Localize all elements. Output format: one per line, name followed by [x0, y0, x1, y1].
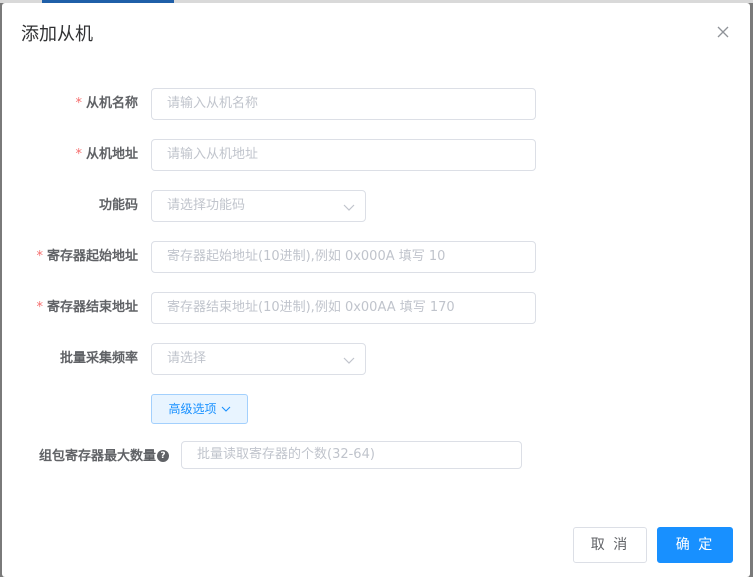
chevron-down-icon: [343, 354, 355, 366]
form-row-register-end: * 寄存器结束地址 寄存器结束地址(10进制),例如 0x00AA 填写 170: [2, 292, 750, 324]
batch-frequency-placeholder: 请选择: [167, 351, 207, 366]
required-star: *: [75, 147, 82, 162]
cancel-button[interactable]: 取 消: [573, 527, 647, 563]
slave-name-input[interactable]: 请输入从机名称: [151, 88, 536, 120]
max-group-registers-input[interactable]: 批量读取寄存器的个数(32-64): [181, 441, 522, 469]
max-group-registers-placeholder: 批量读取寄存器的个数(32-64): [197, 447, 375, 462]
slave-address-label: * 从机地址: [75, 139, 138, 171]
required-star: *: [36, 300, 43, 315]
function-code-placeholder: 请选择功能码: [167, 198, 246, 213]
register-start-label-text: 寄存器起始地址: [46, 249, 138, 264]
slave-name-label: * 从机名称: [75, 88, 138, 120]
form-row-slave-address: * 从机地址 请输入从机地址: [2, 139, 750, 171]
register-start-input[interactable]: 寄存器起始地址(10进制),例如 0x000A 填写 10: [151, 241, 536, 273]
slave-name-label-text: 从机名称: [85, 96, 138, 111]
advanced-options-button[interactable]: 高级选项: [151, 394, 248, 424]
form-row-max-group-registers: 组包寄存器最大数量? 批量读取寄存器的个数(32-64): [2, 441, 750, 473]
form-row-register-start: * 寄存器起始地址 寄存器起始地址(10进制),例如 0x000A 填写 10: [2, 241, 750, 273]
batch-frequency-select[interactable]: 请选择: [151, 343, 366, 375]
close-icon[interactable]: [713, 22, 733, 42]
slave-address-placeholder: 请输入从机地址: [167, 147, 259, 162]
function-code-label: 功能码: [98, 198, 138, 213]
batch-frequency-label: 批量采集频率: [59, 351, 138, 366]
slave-address-label-text: 从机地址: [85, 147, 138, 162]
register-end-label: * 寄存器结束地址: [36, 292, 138, 324]
form-row-batch-frequency: 批量采集频率 请选择: [2, 343, 750, 375]
slave-name-placeholder: 请输入从机名称: [167, 96, 259, 111]
chevron-down-icon: [221, 404, 231, 414]
question-circle-icon[interactable]: ?: [157, 449, 169, 462]
function-code-select[interactable]: 请选择功能码: [151, 190, 366, 222]
max-group-registers-label: 组包寄存器最大数量?: [39, 441, 169, 473]
chevron-down-icon: [343, 201, 355, 213]
form-row-function-code: 功能码 请选择功能码: [2, 190, 750, 222]
confirm-button[interactable]: 确 定: [657, 527, 733, 563]
register-start-label: * 寄存器起始地址: [36, 241, 138, 273]
form-row-slave-name: * 从机名称 请输入从机名称: [2, 88, 750, 120]
slave-address-input[interactable]: 请输入从机地址: [151, 139, 536, 171]
register-start-placeholder: 寄存器起始地址(10进制),例如 0x000A 填写 10: [167, 249, 446, 264]
register-end-input[interactable]: 寄存器结束地址(10进制),例如 0x00AA 填写 170: [151, 292, 536, 324]
register-end-label-text: 寄存器结束地址: [46, 300, 138, 315]
register-end-placeholder: 寄存器结束地址(10进制),例如 0x00AA 填写 170: [167, 300, 455, 315]
advanced-options-label: 高级选项: [168, 402, 217, 416]
max-group-registers-label-text: 组包寄存器最大数量: [38, 449, 156, 464]
dialog-title: 添加从机: [21, 24, 93, 45]
required-star: *: [36, 249, 43, 264]
required-star: *: [75, 96, 82, 111]
add-slave-dialog: 添加从机 * 从机名称 请输入从机名称 * 从机地址 请输入从机地址 功能码 请选择…: [2, 3, 750, 577]
